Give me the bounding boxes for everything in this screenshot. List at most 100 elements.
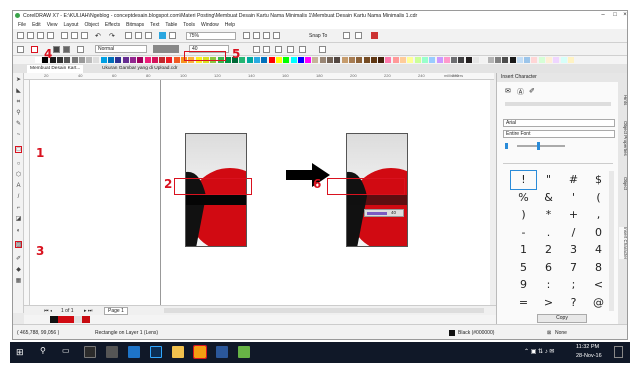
- eyedropper-tool-icon[interactable]: ✐: [15, 256, 22, 263]
- character-cell[interactable]: 2: [536, 241, 561, 259]
- palette-swatch[interactable]: [159, 57, 166, 63]
- zoom-out-icon[interactable]: [505, 143, 508, 149]
- palette-swatch[interactable]: [71, 57, 78, 63]
- keyboard-icon[interactable]: ✉: [505, 87, 511, 95]
- edit-transparency-icon[interactable]: [299, 46, 306, 53]
- doc-swatch-gray[interactable]: [74, 316, 82, 323]
- open-icon[interactable]: [27, 32, 34, 39]
- guidelines-icon[interactable]: [273, 32, 280, 39]
- palette-swatch[interactable]: [421, 57, 428, 63]
- copy-button[interactable]: Copy: [537, 314, 587, 323]
- interactive-fill-icon[interactable]: ◆: [15, 267, 22, 274]
- character-cell[interactable]: (: [586, 189, 611, 207]
- palette-swatch[interactable]: [385, 57, 392, 63]
- tab-insert-character[interactable]: Insert Character: [619, 227, 627, 260]
- palette-swatch[interactable]: [356, 57, 363, 63]
- add-preset-icon[interactable]: [319, 46, 326, 53]
- character-cell[interactable]: @: [586, 294, 611, 312]
- palette-swatch[interactable]: [407, 57, 414, 63]
- palette-swatch[interactable]: [86, 57, 93, 63]
- transparency-none-icon[interactable]: [17, 46, 24, 53]
- palette-swatch[interactable]: [553, 57, 560, 63]
- palette-swatch[interactable]: [400, 57, 406, 63]
- copy-transparency-icon[interactable]: [287, 46, 294, 53]
- character-cell[interactable]: .: [536, 224, 561, 242]
- connector-tool-icon[interactable]: ⌐: [15, 205, 22, 212]
- transparency-tool-icon[interactable]: ▨: [15, 241, 22, 248]
- drawing-canvas[interactable]: 40: [30, 80, 490, 305]
- menu-text[interactable]: Text: [150, 22, 159, 28]
- character-cell[interactable]: $: [586, 171, 611, 189]
- menu-effects[interactable]: Effects: [105, 22, 120, 28]
- folder-icon[interactable]: [172, 346, 184, 358]
- character-cell[interactable]: ": [536, 171, 561, 189]
- tab-hints[interactable]: Hints: [619, 95, 627, 105]
- publish-pdf-icon[interactable]: [169, 32, 176, 39]
- palette-swatch[interactable]: [246, 57, 253, 63]
- palette-swatch[interactable]: [524, 57, 531, 63]
- character-cell[interactable]: -: [511, 224, 536, 242]
- menu-layout[interactable]: Layout: [63, 22, 78, 28]
- minimize-button[interactable]: –: [597, 11, 609, 20]
- windows-start-icon[interactable]: ⊞: [16, 347, 26, 357]
- palette-swatch[interactable]: [480, 57, 487, 63]
- palette-swatch[interactable]: [64, 57, 71, 63]
- crop-tool-icon[interactable]: ⌗: [15, 99, 22, 106]
- word-icon[interactable]: [216, 346, 228, 358]
- palette-swatch[interactable]: [334, 57, 341, 63]
- palette-swatch[interactable]: [451, 57, 458, 63]
- search-icon[interactable]: ⚲: [40, 346, 46, 355]
- palette-swatch[interactable]: [115, 57, 122, 63]
- palette-swatch[interactable]: [509, 57, 516, 63]
- palette-swatch[interactable]: [108, 57, 114, 63]
- palette-swatch[interactable]: [35, 57, 41, 63]
- launcher-dropdown-icon[interactable]: [371, 32, 378, 39]
- palette-swatch[interactable]: [341, 57, 348, 63]
- character-cell[interactable]: 7: [561, 259, 586, 277]
- character-cell[interactable]: 3: [561, 241, 586, 259]
- rulers-icon[interactable]: [253, 32, 260, 39]
- export-icon[interactable]: [145, 32, 152, 39]
- text-tool-icon[interactable]: A: [15, 183, 22, 190]
- palette-swatch[interactable]: [268, 57, 275, 63]
- ellipse-tool-icon[interactable]: ○: [15, 161, 22, 168]
- palette-swatch[interactable]: [378, 57, 385, 63]
- palette-swatch[interactable]: [443, 57, 450, 63]
- tab-object-properties[interactable]: Object Properties: [619, 121, 627, 156]
- palette-swatch[interactable]: [546, 57, 552, 63]
- palette-swatch[interactable]: [392, 57, 399, 63]
- pattern-transparency-icon[interactable]: [63, 46, 70, 53]
- character-cell[interactable]: 9: [511, 276, 536, 294]
- options-icon[interactable]: [343, 32, 350, 39]
- palette-swatch[interactable]: [348, 57, 355, 63]
- character-cell[interactable]: ?: [561, 294, 586, 312]
- application-launcher-icon[interactable]: [355, 32, 362, 39]
- palette-swatch[interactable]: [144, 57, 151, 63]
- menu-window[interactable]: Window: [201, 22, 219, 28]
- print-icon[interactable]: [47, 32, 54, 39]
- character-cell[interactable]: /: [561, 224, 586, 242]
- palette-swatch[interactable]: [363, 57, 370, 63]
- palette-swatch[interactable]: [261, 57, 268, 63]
- fountain-transparency-icon[interactable]: [53, 46, 60, 53]
- tab-ukuran-gambar[interactable]: Ukuran Gambar yang di Upload.cdr: [99, 65, 180, 73]
- palette-swatch[interactable]: [151, 57, 158, 63]
- menu-object[interactable]: Object: [84, 22, 98, 28]
- calculator-icon[interactable]: [106, 346, 118, 358]
- doc-swatch-red-2[interactable]: [66, 316, 74, 323]
- palette-swatch[interactable]: [465, 57, 472, 63]
- palette-swatch[interactable]: [538, 57, 545, 63]
- full-screen-icon[interactable]: [243, 32, 250, 39]
- palette-swatch[interactable]: [531, 57, 538, 63]
- palette-swatch[interactable]: [436, 57, 443, 63]
- palette-swatch[interactable]: [312, 57, 319, 63]
- palette-swatch[interactable]: [100, 57, 107, 63]
- character-cell[interactable]: 0: [586, 224, 611, 242]
- grid-icon[interactable]: [263, 32, 270, 39]
- transparency-slider[interactable]: 40: [364, 209, 404, 217]
- palette-swatch[interactable]: [78, 57, 85, 63]
- character-cell[interactable]: &: [536, 189, 561, 207]
- cut-icon[interactable]: [61, 32, 68, 39]
- palette-swatch[interactable]: [487, 57, 494, 63]
- character-cell[interactable]: %: [511, 189, 536, 207]
